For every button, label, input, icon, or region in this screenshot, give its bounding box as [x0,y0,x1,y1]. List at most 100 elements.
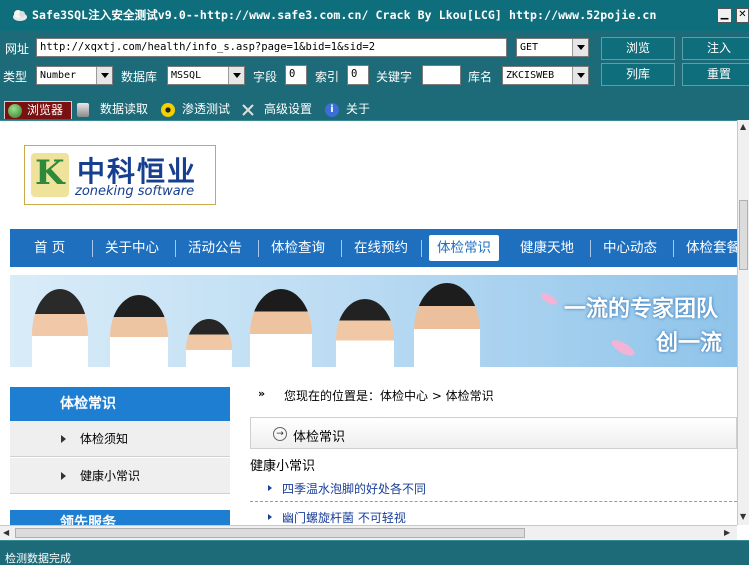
nav-divider [341,240,342,257]
url-input[interactable]: http://xqxtj.com/health/info_s.asp?page=… [36,38,507,57]
method-select[interactable]: GET [516,38,589,57]
breadcrumb-text: 您现在的位置是：体检中心 > 体检常识 [284,389,494,403]
tab-browser[interactable]: 浏览器 [4,101,72,119]
tab-label: 关于 [346,102,371,116]
horizontal-scrollbar[interactable]: ◀ ▶ [0,525,737,540]
reset-button[interactable]: 重置 [682,63,749,86]
doctor-figure [110,295,168,367]
url-label: 网址 [5,42,30,56]
nav-divider [175,240,176,257]
status-bar: 检测数据完成 [0,540,749,565]
globe-icon [8,104,22,118]
dbname-value: ZKCISWEB [506,70,555,81]
tab-about[interactable]: i 关于 [322,101,380,119]
inject-button[interactable]: 注入 [682,37,749,60]
browse-button[interactable]: 浏览 [601,37,675,60]
petal-decoration [609,337,637,359]
site-nav: 首 页 关于中心 活动公告 体检查询 在线预约 体检常识 健康天地 中心动态 体… [10,229,740,267]
doctor-figure [250,289,312,367]
database-icon [77,103,89,117]
nav-divider [258,240,259,257]
type-value: Number [40,70,77,81]
sub-heading: 健康小常识 [250,459,316,474]
tab-label: 数据读取 [100,102,149,116]
doctor-figure [336,299,394,367]
tab-pentest[interactable]: 渗透测试 [156,101,234,119]
window-title: Safe3SQL注入安全测试v9.0--http://www.safe3.com… [32,8,657,22]
chevron-down-icon[interactable] [228,67,244,84]
chevron-down-icon[interactable] [572,39,588,56]
doctor-figure [32,289,88,367]
arrow-circle-icon: → [273,427,287,441]
dbname-label: 库名 [468,70,493,84]
close-button[interactable]: ✕ [736,8,749,23]
tab-data-read[interactable]: 数据读取 [74,101,154,119]
status-text: 检测数据完成 [5,552,71,565]
tools-icon [242,104,254,116]
method-value: GET [520,42,539,53]
dbname-select[interactable]: ZKCISWEB [502,66,589,85]
breadcrumb-arrows-icon: » [258,387,266,400]
type-select[interactable]: Number [36,66,113,85]
list-db-button[interactable]: 列库 [601,63,675,86]
divider [250,501,737,502]
minimize-button[interactable]: ▁ [717,8,732,23]
news-link[interactable]: 幽门螺旋杆菌 不可轻视 [264,509,406,526]
keyword-label: 关键字 [376,70,413,84]
tab-label: 高级设置 [264,102,313,116]
scroll-right-icon[interactable]: ▶ [724,528,730,537]
sidebar-item-notice[interactable]: 体检须知 [10,421,230,457]
db-value: MSSQL [171,70,202,81]
nav-knowledge[interactable]: 体检常识 [429,235,499,261]
scroll-thumb[interactable] [15,528,525,538]
scroll-left-icon[interactable]: ◀ [3,528,9,537]
scroll-down-icon[interactable]: ▼ [740,512,746,521]
tab-label: 浏览器 [27,103,64,117]
nav-divider [673,240,674,257]
db-select[interactable]: MSSQL [167,66,245,85]
title-bar: Safe3SQL注入安全测试v9.0--http://www.safe3.com… [0,0,749,31]
nav-health[interactable]: 健康天地 [520,229,574,267]
doctor-figure [414,283,480,367]
vertical-scrollbar[interactable]: ▲ ▼ [737,120,749,525]
banner-slogan-line2: 创一流 [656,331,723,356]
tab-label: 渗透测试 [182,102,231,116]
nav-home[interactable]: 首 页 [34,229,65,267]
nav-divider [590,240,591,257]
type-label: 类型 [3,70,28,84]
chevron-down-icon[interactable] [572,67,588,84]
nav-divider [92,240,93,257]
db-label: 数据库 [121,70,158,84]
doctor-figure [186,319,232,367]
nav-packages[interactable]: 体检套餐 [686,229,740,267]
tab-advanced[interactable]: 高级设置 [238,101,318,119]
site-logo[interactable]: 中科恒业 zoneking software [24,145,216,205]
chevron-down-icon[interactable] [96,67,112,84]
logo-mark-icon [31,153,69,197]
nav-query[interactable]: 体检查询 [271,229,325,267]
field-input[interactable]: 0 [285,65,307,85]
section-header: → 体检常识 [250,417,737,449]
scroll-thumb[interactable] [739,200,748,270]
nav-divider [421,240,422,257]
info-icon: i [325,103,339,117]
logo-english-text: zoneking software [75,184,195,199]
app-cloud-icon [13,10,27,21]
sidebar-item-tips[interactable]: 健康小常识 [10,458,230,494]
keyword-input[interactable] [422,65,461,85]
news-link[interactable]: 四季温水泡脚的好处各不同 [264,480,426,497]
index-label: 索引 [315,70,340,84]
radiation-icon [161,103,175,117]
sidebar-title: 体检常识 [10,387,230,421]
nav-announcements[interactable]: 活动公告 [188,229,242,267]
browser-viewport[interactable]: 中科恒业 zoneking software 首 页 关于中心 活动公告 体检查… [0,120,749,540]
hero-banner: 一流的专家团队 创一流 [10,275,737,367]
scroll-up-icon[interactable]: ▲ [740,122,746,131]
index-input[interactable]: 0 [347,65,369,85]
banner-slogan-line1: 一流的专家团队 [564,297,719,322]
petal-decoration [539,291,559,307]
nav-about[interactable]: 关于中心 [105,229,159,267]
field-label: 字段 [253,70,278,84]
nav-news[interactable]: 中心动态 [603,229,657,267]
nav-booking[interactable]: 在线预约 [354,229,408,267]
